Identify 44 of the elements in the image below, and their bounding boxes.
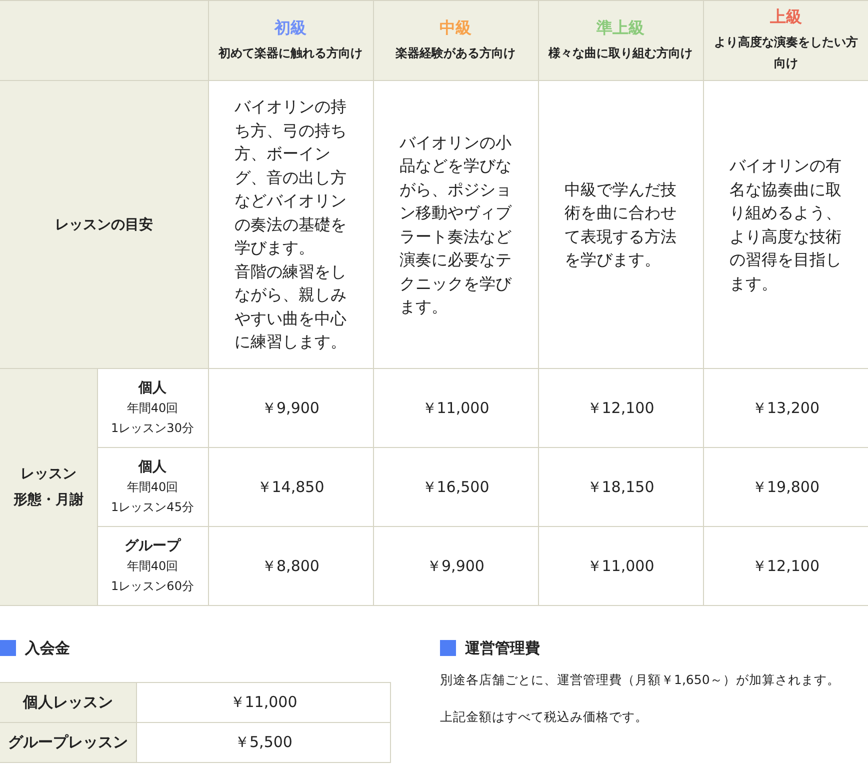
price-cell: ￥12,100 xyxy=(538,368,703,448)
lesson-count: 年間40回 xyxy=(126,400,180,417)
level-description: 初めて楽器に触れる方向け xyxy=(217,44,364,62)
price-cell: ￥8,800 xyxy=(208,526,373,606)
row-header: レッスン xyxy=(19,465,78,484)
level-description: 楽器経験がある方向け xyxy=(394,44,516,62)
price-cell: ￥9,900 xyxy=(373,526,538,606)
lesson-duration: 1レッスン45分 xyxy=(110,499,195,516)
section-title: 入会金 xyxy=(25,638,70,658)
level-description: 様々な曲に取り組む方向け xyxy=(547,44,694,62)
square-icon xyxy=(440,640,456,656)
price-cell: ￥5,500 xyxy=(136,722,390,762)
lesson-duration: 1レッスン30分 xyxy=(110,420,195,437)
square-icon xyxy=(0,640,16,656)
price-cell: ￥11,000 xyxy=(373,368,538,448)
price-cell: ￥11,000 xyxy=(538,526,703,606)
note-text: 別途各店舗ごとに、運営管理費（月額￥1,650～）が加算されます。 xyxy=(440,672,841,689)
lesson-type: 個人 xyxy=(137,458,168,477)
level-description: より高度な演奏をしたい方向け xyxy=(712,34,859,72)
lesson-type: グループ xyxy=(124,537,182,556)
lesson-count: 年間40回 xyxy=(126,479,180,496)
price-cell: ￥11,000 xyxy=(136,682,390,722)
row-header: レッスンの目安 xyxy=(0,80,208,368)
lesson-count: 年間40回 xyxy=(126,558,180,575)
goal-text: バイオリンの有名な協奏曲に取り組めるよう、より高度な技術の習得を目指します。 xyxy=(730,155,842,294)
price-cell: ￥18,150 xyxy=(538,448,703,526)
goal-text: 中級で学んだ技術を曲に合わせて表現する方法を学びます。 xyxy=(564,178,678,271)
price-cell: ￥16,500 xyxy=(373,448,538,526)
fee-label: グループレッスン xyxy=(0,722,136,762)
goal-text: 音階の練習をしながら、親しみやすい曲を中心に練習します。 xyxy=(234,260,348,354)
price-cell: ￥9,900 xyxy=(208,368,373,448)
fee-label: 個人レッスン xyxy=(0,682,136,722)
price-cell: ￥14,850 xyxy=(208,448,373,526)
section-title: 運営管理費 xyxy=(465,638,540,658)
row-header: 形態・月謝 xyxy=(12,491,84,510)
level-title: 初級 xyxy=(273,18,308,38)
goal-text: バイオリンの小品などを学びながら、ポジション移動やヴィブラート奏法など演奏に必要なテクニックを学びます。 xyxy=(400,132,513,318)
level-title: 準上級 xyxy=(596,18,646,38)
goal-text: バイオリンの持ち方、弓の持ち方、ボーイング、音の出し方などバイオリンの奏法の基礎を学びます。 xyxy=(234,96,348,260)
lesson-duration: 1レッスン60分 xyxy=(110,578,195,595)
lesson-type: 個人 xyxy=(137,379,168,398)
note-text: 上記金額はすべて税込み価格です。 xyxy=(440,709,649,726)
level-title: 上級 xyxy=(768,7,803,28)
level-title: 中級 xyxy=(438,18,472,38)
